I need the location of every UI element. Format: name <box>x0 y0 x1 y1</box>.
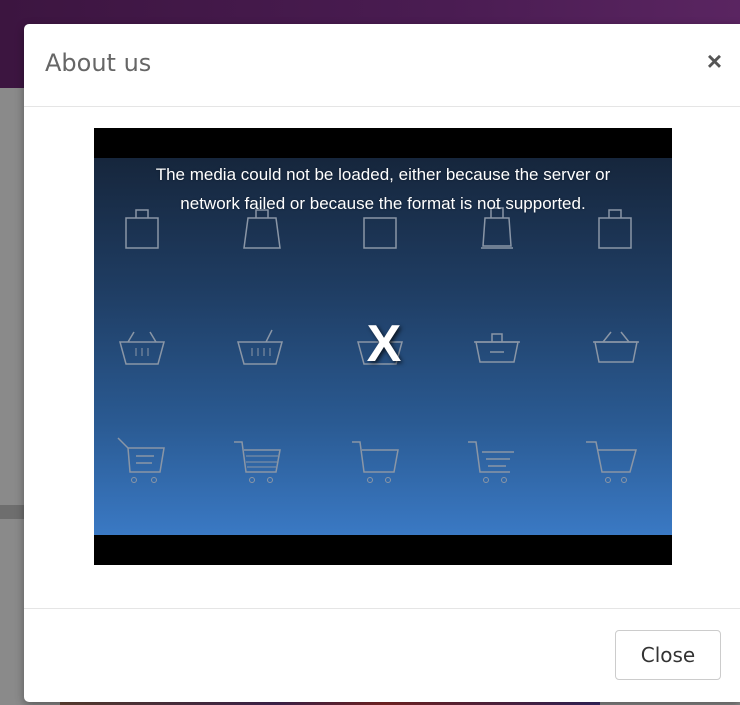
media-error-icon: X <box>366 315 402 373</box>
media-error-message: The media could not be loaded, either be… <box>155 165 611 213</box>
modal-header: About us × <box>24 24 740 107</box>
shopping-basket-icon <box>474 333 520 363</box>
shopping-basket-icon <box>237 329 283 365</box>
video-player[interactable]: The media could not be loaded, either be… <box>94 128 672 565</box>
about-us-modal: About us × The media could not be loaded… <box>24 24 740 702</box>
shopping-cart-icon <box>117 437 165 483</box>
shopping-basket-icon <box>593 331 639 363</box>
modal-footer: Close <box>24 608 740 703</box>
shopping-cart-icon <box>586 441 637 483</box>
video-frame: The media could not be loaded, either be… <box>94 158 672 535</box>
page-backdrop-strip <box>0 505 24 519</box>
modal-title: About us <box>45 49 152 77</box>
shopping-cart-icon <box>234 441 281 483</box>
shopping-basket-icon <box>119 331 165 365</box>
shopping-cart-icon <box>352 441 399 483</box>
close-icon[interactable]: × <box>707 48 722 74</box>
shopping-cart-icon <box>468 441 514 483</box>
close-button[interactable]: Close <box>615 630 721 680</box>
